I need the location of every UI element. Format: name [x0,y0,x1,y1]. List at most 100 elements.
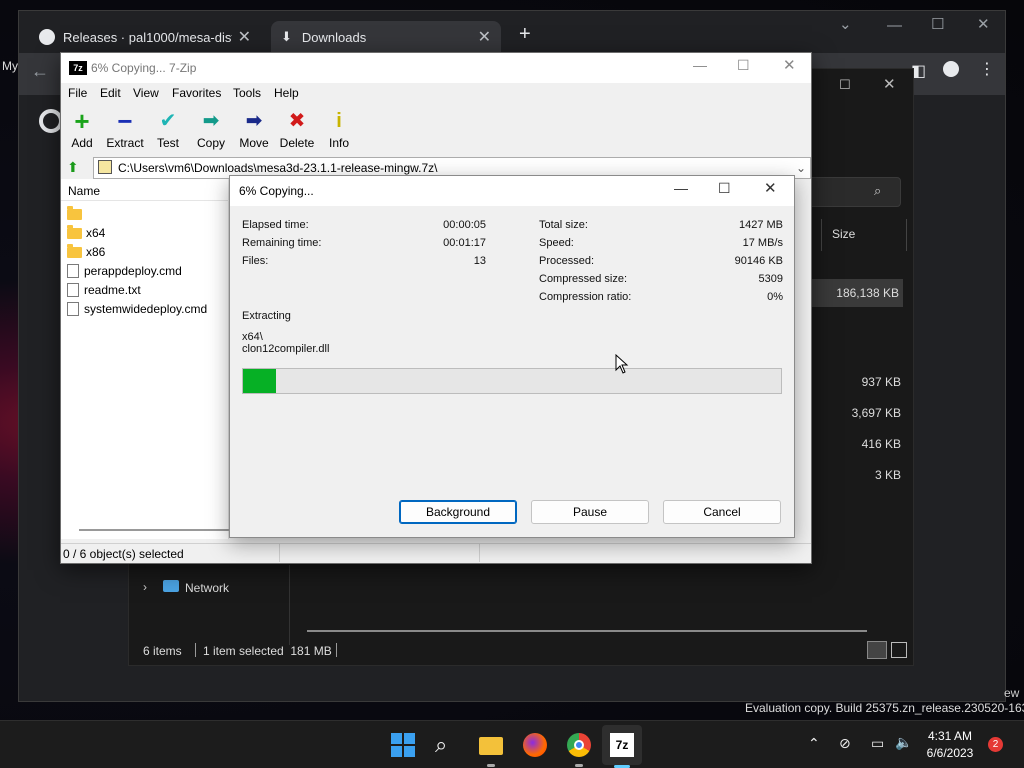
menu-dots-icon[interactable]: ⋮ [979,59,995,79]
close-icon[interactable]: ✕ [764,179,777,197]
address-text: C:\Users\vm6\Downloads\mesa3d-23.1.1-rel… [118,161,438,175]
window-title: 6% Copying... 7-Zip [91,61,197,75]
processed-value: 90146 KB [734,255,783,267]
profile-icon[interactable] [943,61,959,77]
list-item[interactable]: x86 [67,243,105,261]
archive-icon [98,160,112,174]
total-size-label: Total size: [539,219,588,231]
list-item[interactable] [67,205,86,223]
search-icon[interactable]: ⌕ [435,733,459,757]
chevron-down-icon[interactable]: ⌄ [839,15,852,33]
menu-file[interactable]: File [68,86,87,100]
status-text: 0 / 6 object(s) selected [63,547,184,561]
download-icon: ⬇ [281,29,292,44]
compressed-size-value: 5309 [758,273,783,285]
chevron-right-icon[interactable]: › [143,580,147,594]
elapsed-label: Elapsed time: [242,219,309,231]
list-item[interactable]: perappdeploy.cmd [67,262,182,280]
dialog-title: 6% Copying... [239,184,314,198]
close-icon[interactable]: ✕ [783,56,796,74]
menu-favorites[interactable]: Favorites [172,86,221,100]
cmd-file-icon [67,264,79,278]
file-explorer-icon[interactable] [479,733,503,767]
progress-dialog: 6% Copying... — ☐ ✕ Elapsed time: 00:00:… [229,175,795,538]
nav-item-network[interactable]: Network [185,581,229,595]
close-icon[interactable]: ✕ [238,27,251,47]
tab-downloads[interactable]: ⬇ Downloads ✕ [271,21,501,53]
pause-button[interactable]: Pause [531,500,649,524]
maximize-icon[interactable]: ☐ [931,15,944,33]
volume-icon[interactable]: 🔈 [895,734,912,751]
horizontal-scrollbar[interactable] [307,630,867,632]
file-list: Name x64 x86 perappdeploy.cmd readme.txt… [61,179,229,539]
tab-label: Releases · pal1000/mesa-dist-win [63,29,232,45]
title-bar: 7z 6% Copying... 7-Zip — ☐ ✕ [61,53,811,83]
size-cell: 186,138 KB [836,286,899,300]
folder-icon [67,243,82,258]
firefox-icon[interactable] [523,733,547,757]
back-arrow-icon[interactable]: ← [31,61,49,82]
maximize-icon[interactable]: ☐ [718,180,731,197]
notification-badge[interactable]: 2 [988,737,1003,752]
column-header-size[interactable]: Size [821,219,907,251]
remaining-value: 00:01:17 [443,237,486,249]
chrome-icon[interactable] [567,733,591,767]
dialog-title-bar: 6% Copying... — ☐ ✕ [230,176,794,206]
list-item[interactable]: x64 [67,224,105,242]
menu-edit[interactable]: Edit [100,86,121,100]
background-button[interactable]: Background [399,500,517,524]
7zip-taskbar-icon[interactable]: 7z [610,733,634,757]
elapsed-value: 00:00:05 [443,219,486,231]
clock[interactable]: 4:31 AM 6/6/2023 [920,729,980,760]
minimize-icon[interactable]: — [887,17,902,34]
new-tab-button[interactable]: + [519,23,531,46]
compression-ratio-label: Compression ratio: [539,291,632,303]
maximize-icon[interactable]: ☐ [839,77,851,93]
size-cell: 416 KB [861,437,901,451]
info-button[interactable]: i Info [314,109,364,150]
size-cell: 3,697 KB [851,406,901,420]
network-off-icon[interactable]: ⊘ [839,735,851,752]
maximize-icon[interactable]: ☐ [737,57,750,74]
progress-fill [243,369,277,393]
minimize-icon[interactable]: — [674,180,688,196]
7zip-logo-icon: 7z [69,61,87,75]
list-item[interactable]: systemwidedeploy.cmd [67,300,207,318]
chevron-down-icon[interactable]: ⌄ [796,158,806,178]
search-icon: ⌕ [874,183,882,198]
list-item[interactable]: readme.txt [67,281,141,299]
operation-label: Extracting [242,310,291,322]
column-header-name[interactable]: Name [61,179,229,201]
clock-date: 6/6/2023 [926,746,974,760]
chevron-up-icon[interactable]: ⌃ [808,735,820,752]
cancel-button[interactable]: Cancel [663,500,781,524]
speed-value: 17 MB/s [742,237,783,249]
tab-releases[interactable]: Releases · pal1000/mesa-dist-win ✕ [29,21,261,53]
tiles-view-icon[interactable] [891,642,907,658]
desktop-partial-label: My [2,59,18,73]
text-file-icon [67,283,79,297]
cmd-file-icon [67,302,79,316]
minimize-icon[interactable]: — [693,57,707,73]
display-icon[interactable]: ▭ [871,735,884,752]
mouse-cursor-icon [615,354,629,374]
remaining-label: Remaining time: [242,237,322,249]
menu-view[interactable]: View [133,86,159,100]
details-view-icon[interactable] [867,641,887,659]
close-icon[interactable]: ✕ [977,15,990,33]
folder-icon [67,205,82,220]
horizontal-scrollbar[interactable] [79,529,229,531]
size-cell: 937 KB [861,375,901,389]
menu-help[interactable]: Help [274,86,299,100]
up-folder-icon[interactable]: ⬆ [67,159,79,176]
size-cell: 3 KB [874,468,901,482]
menu-tools[interactable]: Tools [233,86,261,100]
status-item-count: 6 items [143,644,182,658]
start-windows-icon[interactable] [391,733,415,757]
status-selection: 1 item selected 181 MB [203,644,332,658]
close-icon[interactable]: ✕ [883,75,896,93]
files-label: Files: [242,255,269,267]
selected-row-highlight[interactable]: 186,138 KB [811,279,903,307]
current-file: clon12compiler.dll [242,343,330,355]
close-icon[interactable]: ✕ [478,27,491,47]
